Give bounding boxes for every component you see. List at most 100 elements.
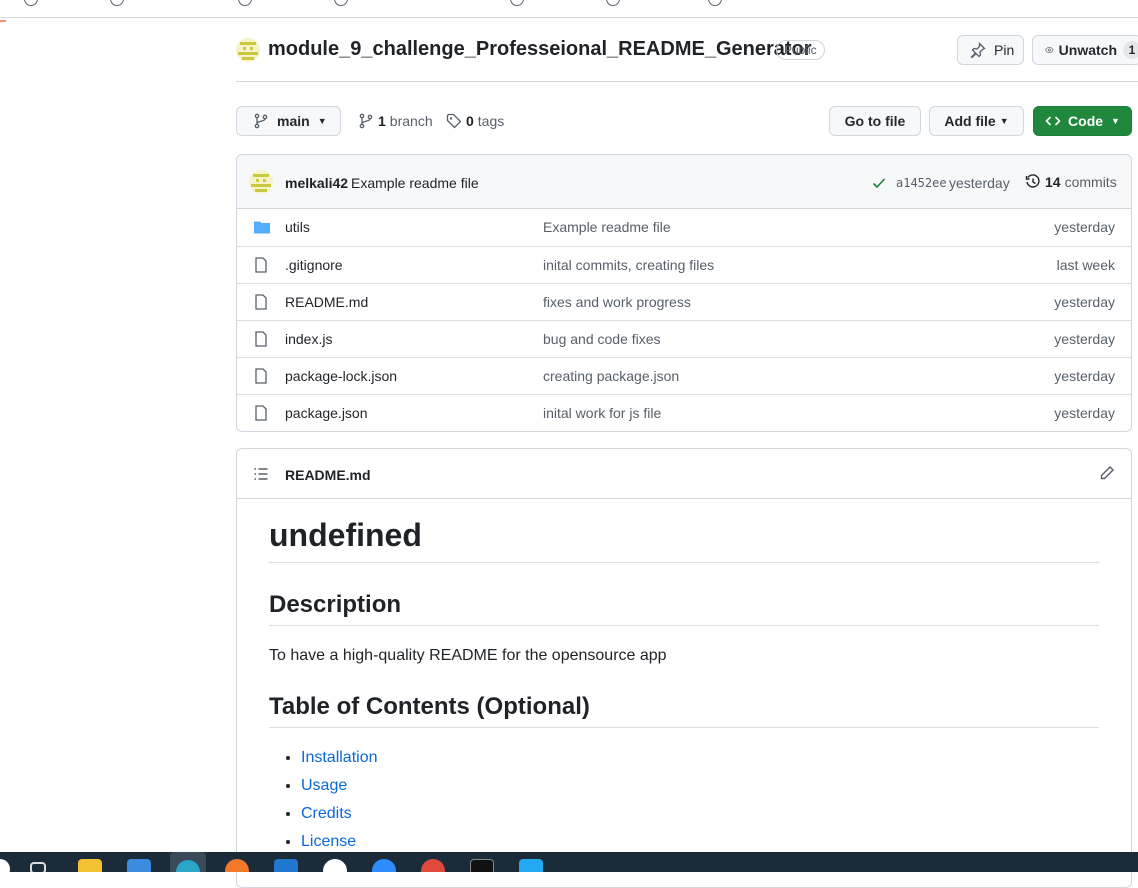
commit-sha[interactable]: a1452ee <box>896 176 947 190</box>
commit-author[interactable]: melkali42 <box>285 175 348 191</box>
file-icon <box>255 368 267 384</box>
file-browser: melkali42 Example readme file a1452ee ye… <box>236 154 1132 432</box>
file-name[interactable]: README.md <box>285 294 368 310</box>
tag-icon <box>446 113 462 129</box>
search-icon[interactable] <box>0 859 10 872</box>
file-icon <box>255 294 267 310</box>
terminal-icon[interactable] <box>470 859 494 872</box>
zoom-icon[interactable] <box>372 859 396 872</box>
toc-link-credits[interactable]: Credits <box>301 805 352 822</box>
file-age: yesterday <box>1054 219 1115 235</box>
file-commit-message[interactable]: fixes and work progress <box>543 294 691 310</box>
branch-name: main <box>277 113 310 129</box>
toc-link-usage[interactable]: Usage <box>301 777 347 794</box>
branches-link[interactable]: 1 branch <box>358 113 433 129</box>
pin-button[interactable]: Pin <box>957 35 1024 65</box>
nav-pulls-icon[interactable] <box>238 0 252 6</box>
list-icon[interactable] <box>253 466 269 482</box>
pin-icon <box>970 42 986 58</box>
list-item: Installation <box>301 747 378 775</box>
file-age: yesterday <box>1054 294 1115 310</box>
visibility-badge: Public <box>776 40 825 60</box>
nav-settings-icon[interactable] <box>708 0 722 6</box>
file-row[interactable]: README.md fixes and work progress yester… <box>237 283 1131 320</box>
latest-commit-bar: melkali42 Example readme file a1452ee ye… <box>237 155 1131 209</box>
file-commit-message[interactable]: inital commits, creating files <box>543 257 714 273</box>
nav-insights-icon[interactable] <box>606 0 620 6</box>
code-icon <box>1045 116 1061 126</box>
add-file-label: Add file <box>944 113 996 129</box>
file-name[interactable]: index.js <box>285 331 332 347</box>
toc-link-license[interactable]: License <box>301 833 356 850</box>
unwatch-button[interactable]: Unwatch 1 <box>1032 35 1138 65</box>
file-row[interactable]: index.js bug and code fixes yesterday <box>237 320 1131 357</box>
commit-label: commits <box>1064 174 1117 190</box>
file-name[interactable]: utils <box>285 219 310 235</box>
tags-link[interactable]: 0 tags <box>446 113 504 129</box>
commit-message[interactable]: Example readme file <box>351 175 479 191</box>
git-branch-icon <box>359 113 373 129</box>
file-row[interactable]: package-lock.json creating package.json … <box>237 357 1131 394</box>
active-tab-underline <box>0 20 6 22</box>
go-to-file-button[interactable]: Go to file <box>829 106 921 136</box>
file-age: yesterday <box>1054 368 1115 384</box>
commit-count: 14 <box>1045 174 1061 190</box>
branch-label: branch <box>389 113 433 129</box>
repo-header: module_9_challenge_Professeional_README_… <box>236 34 1138 82</box>
file-commit-message[interactable]: creating package.json <box>543 368 679 384</box>
repo-name-link[interactable]: module_9_challenge_Professeional_README_… <box>268 38 812 61</box>
nav-security-icon[interactable] <box>510 0 524 6</box>
file-name[interactable]: .gitignore <box>285 257 343 273</box>
file-row[interactable]: package.json inital work for js file yes… <box>237 394 1131 431</box>
caret-down-icon: ▼ <box>999 116 1009 126</box>
add-file-button[interactable]: Add file ▼ <box>929 106 1024 136</box>
list-item: Credits <box>301 803 378 831</box>
file-icon <box>255 331 267 347</box>
firefox-icon[interactable] <box>225 859 249 872</box>
check-icon[interactable] <box>871 175 887 191</box>
vscode-icon[interactable] <box>519 859 543 872</box>
pin-label: Pin <box>994 42 1015 58</box>
toc-list: Installation Usage Credits License <box>301 747 378 859</box>
file-commit-message[interactable]: Example readme file <box>543 219 671 235</box>
file-icon <box>255 257 267 273</box>
caret-down-icon: ▼ <box>1111 116 1120 126</box>
slack-icon[interactable] <box>323 859 347 872</box>
mail-icon[interactable] <box>274 859 298 872</box>
readme-filename[interactable]: README.md <box>285 467 371 483</box>
pencil-icon[interactable] <box>1099 465 1115 481</box>
code-button[interactable]: Code ▼ <box>1033 106 1132 136</box>
code-label: Code <box>1068 113 1104 129</box>
file-explorer-icon[interactable] <box>78 859 102 872</box>
tag-label: tags <box>477 113 505 129</box>
commits-link[interactable]: 14 commits <box>1025 174 1117 190</box>
nav-issues-icon[interactable] <box>110 0 124 6</box>
task-view-icon[interactable] <box>30 862 46 872</box>
file-name[interactable]: package.json <box>285 405 368 421</box>
commit-author-avatar[interactable] <box>249 170 273 194</box>
file-name[interactable]: package-lock.json <box>285 368 397 384</box>
tag-count: 0 <box>466 113 474 129</box>
nav-actions-icon[interactable] <box>334 0 348 6</box>
readme-panel: README.md undefined Description To have … <box>236 448 1132 888</box>
file-commit-message[interactable]: bug and code fixes <box>543 331 661 347</box>
store-icon[interactable] <box>127 859 151 872</box>
nav-code-icon[interactable] <box>24 0 38 6</box>
commit-time: yesterday <box>949 175 1010 191</box>
chrome-icon[interactable] <box>421 859 445 872</box>
eye-icon <box>1045 46 1054 54</box>
unwatch-label: Unwatch <box>1058 42 1117 58</box>
file-age: yesterday <box>1054 405 1115 421</box>
file-icon <box>255 405 267 421</box>
repo-nav-strip <box>0 0 1138 18</box>
toc-link-installation[interactable]: Installation <box>301 749 378 766</box>
git-branch-icon <box>254 113 268 129</box>
history-icon <box>1025 174 1040 188</box>
branch-select-button[interactable]: main ▼ <box>236 106 341 136</box>
file-row[interactable]: .gitignore inital commits, creating file… <box>237 246 1131 283</box>
owner-avatar[interactable] <box>236 38 260 62</box>
file-commit-message[interactable]: inital work for js file <box>543 405 661 421</box>
go-to-file-label: Go to file <box>844 113 906 129</box>
file-row[interactable]: utils Example readme file yesterday <box>237 209 1131 246</box>
file-age: last week <box>1056 257 1115 273</box>
